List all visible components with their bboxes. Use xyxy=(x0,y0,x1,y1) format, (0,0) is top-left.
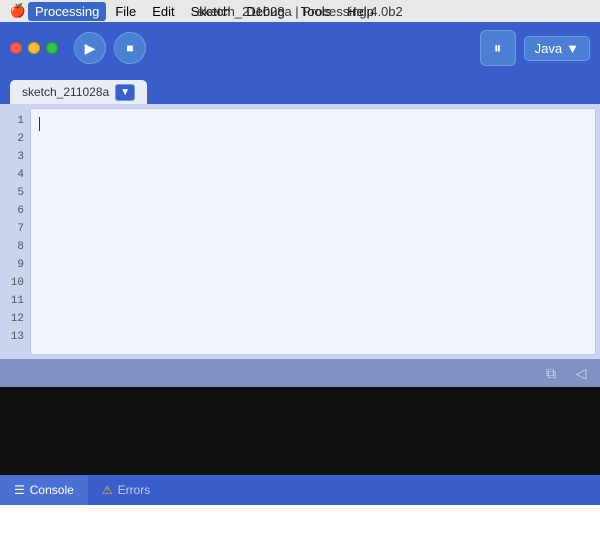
toolbar: ▶ ■ ⏸ Java ▼ xyxy=(0,22,600,74)
error-icon: ⚠ xyxy=(102,483,113,497)
console-tab[interactable]: ☰ Console xyxy=(0,475,88,505)
editor-status-bar: ⧉ ◁ xyxy=(0,359,600,387)
debugger-button[interactable]: ⏸ xyxy=(480,30,516,66)
tab-bar: sketch_211028a ▼ xyxy=(0,74,600,104)
menu-edit[interactable]: Edit xyxy=(145,2,181,21)
console-tab-label: Console xyxy=(30,483,74,497)
console-tab-icon: ☰ xyxy=(14,483,25,497)
dropdown-icon: ▼ xyxy=(566,41,579,56)
line-7: 7 xyxy=(4,220,24,238)
console-output xyxy=(0,387,600,475)
back-icon-button[interactable]: ◁ xyxy=(570,362,592,384)
tab-dropdown-button[interactable]: ▼ xyxy=(115,84,135,101)
copy-icon-button[interactable]: ⧉ xyxy=(540,362,562,384)
line-9: 9 xyxy=(4,256,24,274)
editor-area: 1 2 3 4 5 6 7 8 9 10 11 12 13 xyxy=(0,104,600,359)
close-button[interactable] xyxy=(10,42,22,54)
line-10: 10 xyxy=(4,274,24,292)
debugger-icon: ⏸ xyxy=(494,40,502,57)
line-1: 1 xyxy=(4,112,24,130)
menu-processing[interactable]: Processing xyxy=(28,2,106,21)
line-12: 12 xyxy=(4,310,24,328)
errors-tab-label: Errors xyxy=(118,483,151,497)
line-6: 6 xyxy=(4,202,24,220)
stop-icon: ■ xyxy=(126,41,133,55)
maximize-button[interactable] xyxy=(46,42,58,54)
line-4: 4 xyxy=(4,166,24,184)
minimize-button[interactable] xyxy=(28,42,40,54)
line-numbers: 1 2 3 4 5 6 7 8 9 10 11 12 13 xyxy=(0,104,30,359)
title-bar: 🍎 Processing File Edit Sketch Debug Tool… xyxy=(0,0,600,22)
apple-icon[interactable]: 🍎 xyxy=(8,0,28,22)
line-2: 2 xyxy=(4,130,24,148)
stop-button[interactable]: ■ xyxy=(114,32,146,64)
line-8: 8 xyxy=(4,238,24,256)
copy-icon: ⧉ xyxy=(546,365,556,382)
sketch-tab[interactable]: sketch_211028a ▼ xyxy=(10,80,147,104)
run-button[interactable]: ▶ xyxy=(74,32,106,64)
text-cursor xyxy=(39,117,40,131)
traffic-lights xyxy=(10,42,58,54)
errors-tab[interactable]: ⚠ Errors xyxy=(88,475,164,505)
line-11: 11 xyxy=(4,292,24,310)
run-icon: ▶ xyxy=(85,40,96,57)
window-title: sketch_211028a | Processing 4.0b2 xyxy=(197,4,403,19)
line-3: 3 xyxy=(4,148,24,166)
sketch-tab-label: sketch_211028a xyxy=(22,85,109,99)
java-mode-button[interactable]: Java ▼ xyxy=(524,36,590,61)
code-editor[interactable] xyxy=(30,108,596,355)
line-13: 13 xyxy=(4,328,24,346)
menu-file[interactable]: File xyxy=(108,2,143,21)
java-label: Java xyxy=(535,41,562,56)
bottom-tab-bar: ☰ Console ⚠ Errors xyxy=(0,475,600,505)
back-icon: ◁ xyxy=(576,365,587,382)
line-5: 5 xyxy=(4,184,24,202)
